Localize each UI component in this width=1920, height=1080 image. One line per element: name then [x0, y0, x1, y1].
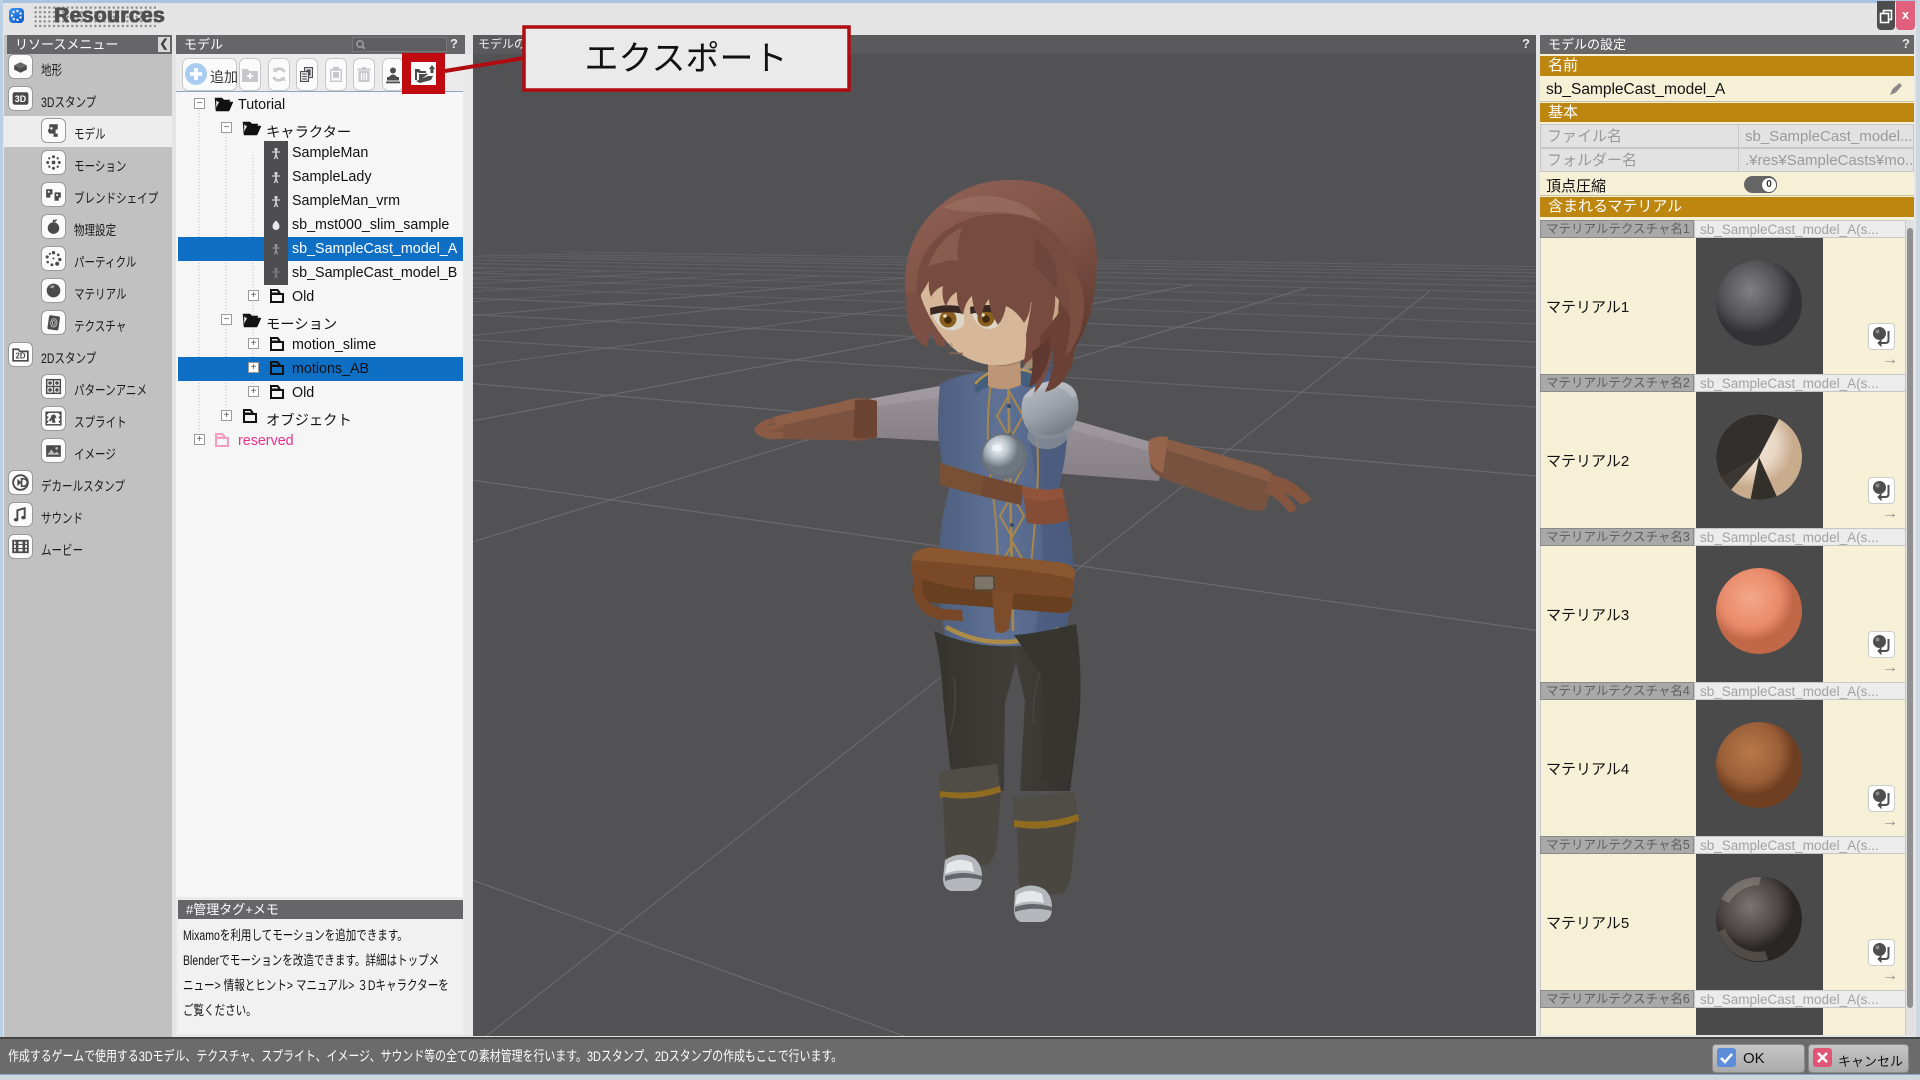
- svg-text:3D: 3D: [15, 94, 27, 104]
- svg-text:2D: 2D: [15, 352, 25, 361]
- svg-text:エクスポート: エクスポート: [585, 40, 788, 78]
